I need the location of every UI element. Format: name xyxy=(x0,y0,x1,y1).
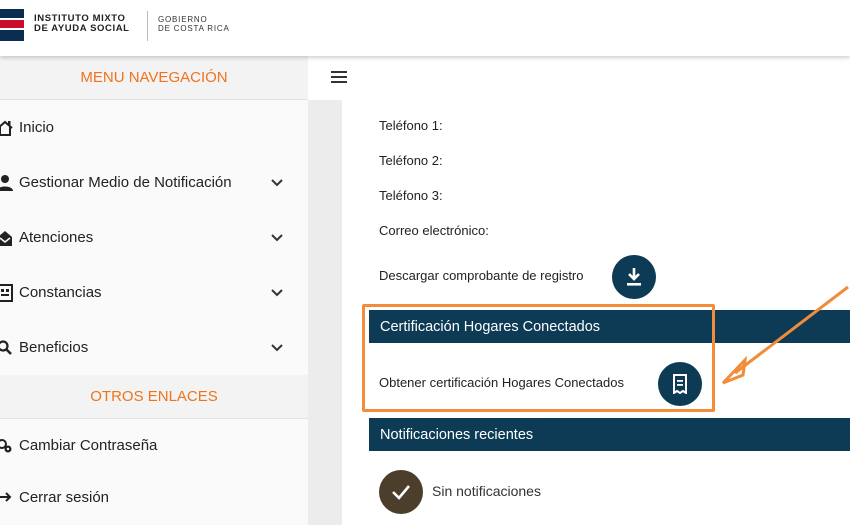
chevron-down-icon xyxy=(271,178,283,186)
imas-logo xyxy=(0,9,24,41)
government-name: GOBIERNO DE COSTA RICA xyxy=(158,15,248,33)
download-receipt-label: Descargar comprobante de registro xyxy=(379,268,584,283)
other-links-title: OTROS ENLACES xyxy=(0,375,308,419)
sidebar-item-constancias[interactable]: Constancias xyxy=(0,265,308,320)
menu-navigation-title: MENU NAVEGACIÓN xyxy=(0,56,308,100)
top-toolbar xyxy=(308,56,850,100)
envelope-open-icon xyxy=(0,230,12,246)
chevron-down-icon xyxy=(271,233,283,241)
no-notifications-badge xyxy=(379,470,423,514)
app-header: INSTITUTO MIXTO DE AYUDA SOCIAL GOBIERNO… xyxy=(0,0,850,56)
gear-key-icon xyxy=(0,439,12,453)
header-divider xyxy=(147,11,148,41)
content-gutter xyxy=(308,56,342,525)
sidebar-link-cambiar-contrasena[interactable]: Cambiar Contraseña xyxy=(0,419,308,471)
sidebar-item-label: Constancias xyxy=(19,284,102,301)
government-name-line1: GOBIERNO xyxy=(158,15,208,24)
telefono-3-label: Teléfono 3: xyxy=(379,188,443,203)
telefono-2-label: Teléfono 2: xyxy=(379,153,443,168)
sidebar-item-label: Gestionar Medio de Notificación xyxy=(19,174,232,191)
user-icon xyxy=(0,174,13,191)
logout-arrow-icon xyxy=(0,492,12,502)
chevron-down-icon xyxy=(271,288,283,296)
sidebar-link-label: Cerrar sesión xyxy=(19,488,110,506)
hamburger-menu-icon[interactable] xyxy=(331,71,347,83)
annotation-arrow-icon xyxy=(721,285,849,385)
sidebar-link-cerrar-sesion[interactable]: Cerrar sesión xyxy=(0,471,308,523)
document-icon xyxy=(0,283,13,302)
search-icon xyxy=(0,339,12,355)
check-icon xyxy=(392,485,410,500)
sidebar-item-beneficios[interactable]: Beneficios xyxy=(0,320,308,375)
sidebar-item-label: Atenciones xyxy=(19,229,94,246)
org-name: INSTITUTO MIXTO DE AYUDA SOCIAL xyxy=(34,14,144,34)
org-name-line2: DE AYUDA SOCIAL xyxy=(34,23,130,34)
home-icon xyxy=(0,120,13,136)
download-receipt-button[interactable] xyxy=(612,255,656,299)
government-name-line2: DE COSTA RICA xyxy=(158,24,230,33)
sidebar-link-label: Cambiar Contraseña xyxy=(19,436,158,454)
sidebar-item-atenciones[interactable]: Atenciones xyxy=(0,210,308,265)
sidebar: MENU NAVEGACIÓN Inicio Gestionar Medio d… xyxy=(0,56,308,525)
correo-label: Correo electrónico: xyxy=(379,223,489,238)
annotation-highlight-box xyxy=(362,304,715,412)
sidebar-item-inicio[interactable]: Inicio xyxy=(0,100,308,155)
no-notifications-text: Sin notificaciones xyxy=(432,483,541,499)
telefono-1-label: Teléfono 1: xyxy=(379,118,443,133)
notifications-section-header: Notificaciones recientes xyxy=(369,418,850,451)
sidebar-item-label: Inicio xyxy=(19,119,55,136)
chevron-down-icon xyxy=(271,343,283,351)
sidebar-item-label: Beneficios xyxy=(19,339,89,356)
sidebar-item-gestionar-notificacion[interactable]: Gestionar Medio de Notificación xyxy=(0,155,308,210)
download-icon xyxy=(627,268,641,286)
